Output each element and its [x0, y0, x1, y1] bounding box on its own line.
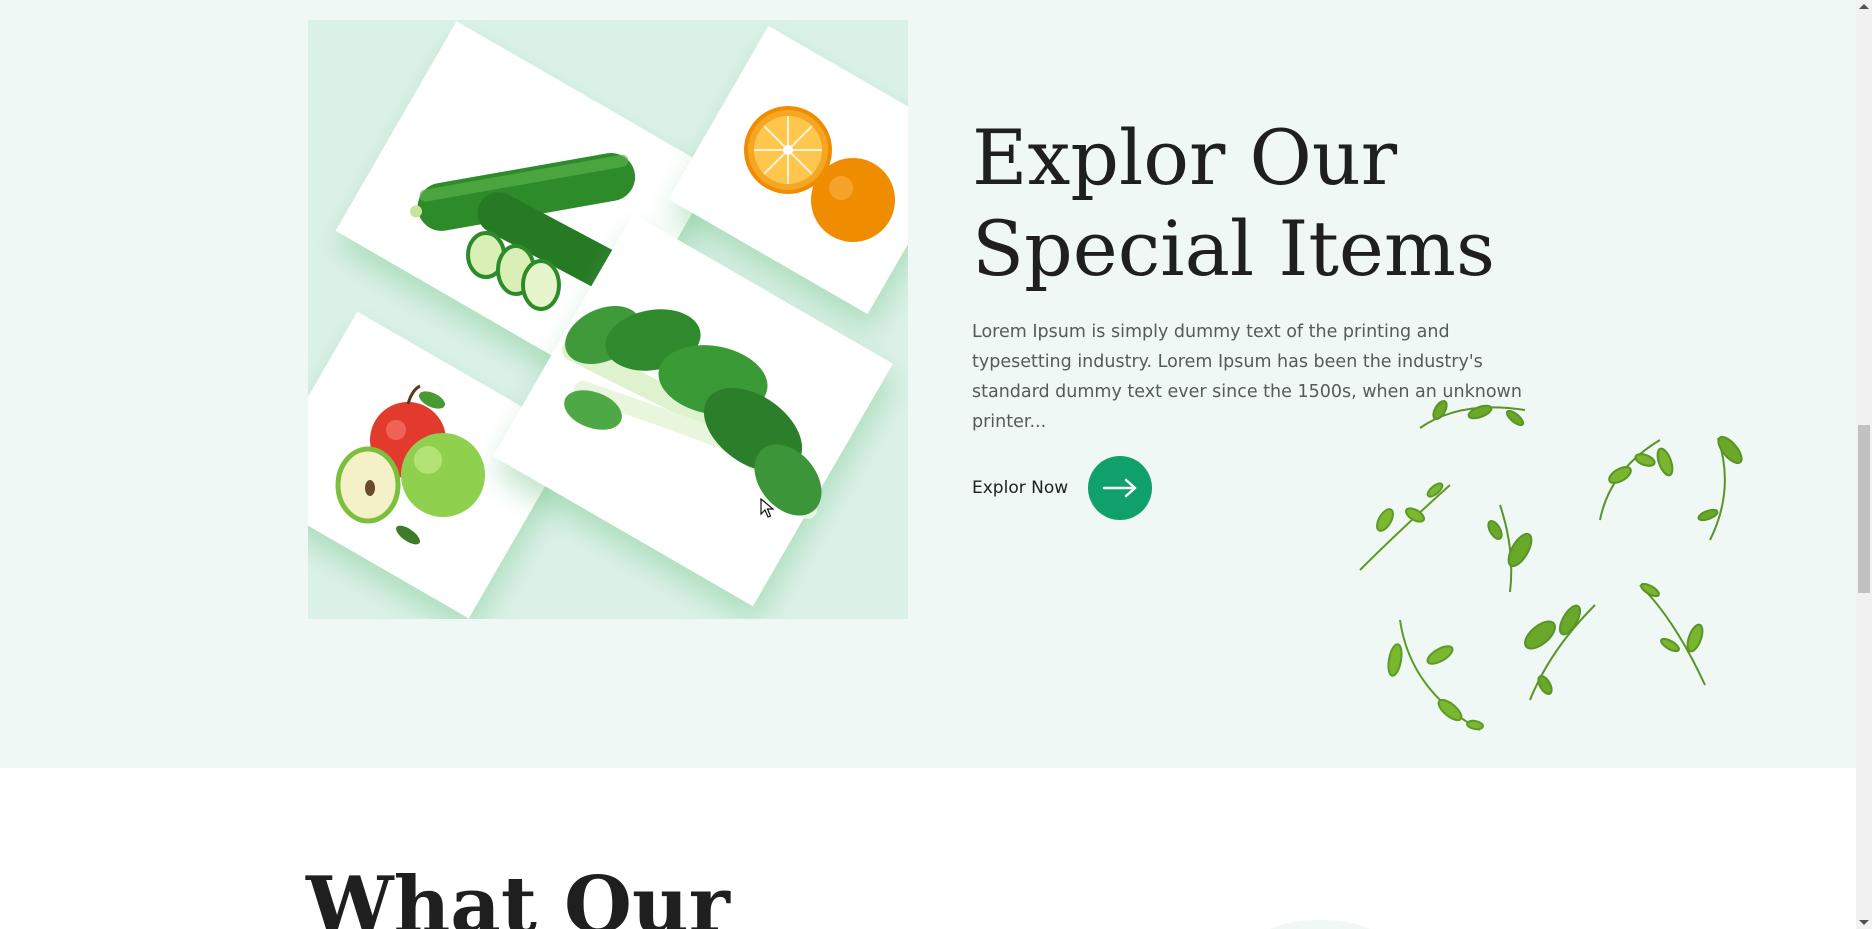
leaf-sprig-8 — [1639, 582, 1706, 686]
leaf-sprig-7 — [1524, 604, 1596, 701]
section-title-line-1: Explor Our — [972, 113, 1398, 202]
scroll-up-icon[interactable] — [1859, 4, 1869, 9]
leaf-sprig-3 — [1487, 504, 1533, 593]
leaf-sprig-1 — [1419, 399, 1526, 429]
leaf-sprig-5 — [1697, 435, 1743, 541]
scroll-down-icon[interactable] — [1859, 920, 1869, 925]
explor-now-button[interactable]: Explor Now — [972, 456, 1153, 520]
special-items-section: Explor Our Special Items Lorem Ipsum is … — [0, 0, 1856, 768]
decorative-leaves — [1359, 399, 1743, 731]
leaf-sprig-2 — [1359, 482, 1451, 571]
bok-choy-image — [562, 305, 822, 519]
testimonials-title: What Our — [306, 860, 730, 929]
decorative-shape — [1260, 920, 1380, 929]
bok-choy-card — [493, 213, 893, 607]
cta-circle[interactable] — [1088, 456, 1153, 520]
orange-image — [744, 106, 895, 242]
explor-now-label: Explor Now — [972, 478, 1069, 498]
mouse-cursor-icon — [760, 498, 774, 518]
section-title: Explor Our Special Items — [972, 112, 1612, 294]
product-collage — [308, 20, 908, 619]
apple-image — [335, 384, 485, 545]
scrollbar-thumb[interactable] — [1858, 425, 1870, 593]
arrow-right-icon — [1102, 478, 1137, 498]
leaf-sprig-4 — [1599, 439, 1674, 521]
leaf-sprig-6 — [1387, 619, 1484, 731]
section-title-line-2: Special Items — [972, 204, 1495, 293]
